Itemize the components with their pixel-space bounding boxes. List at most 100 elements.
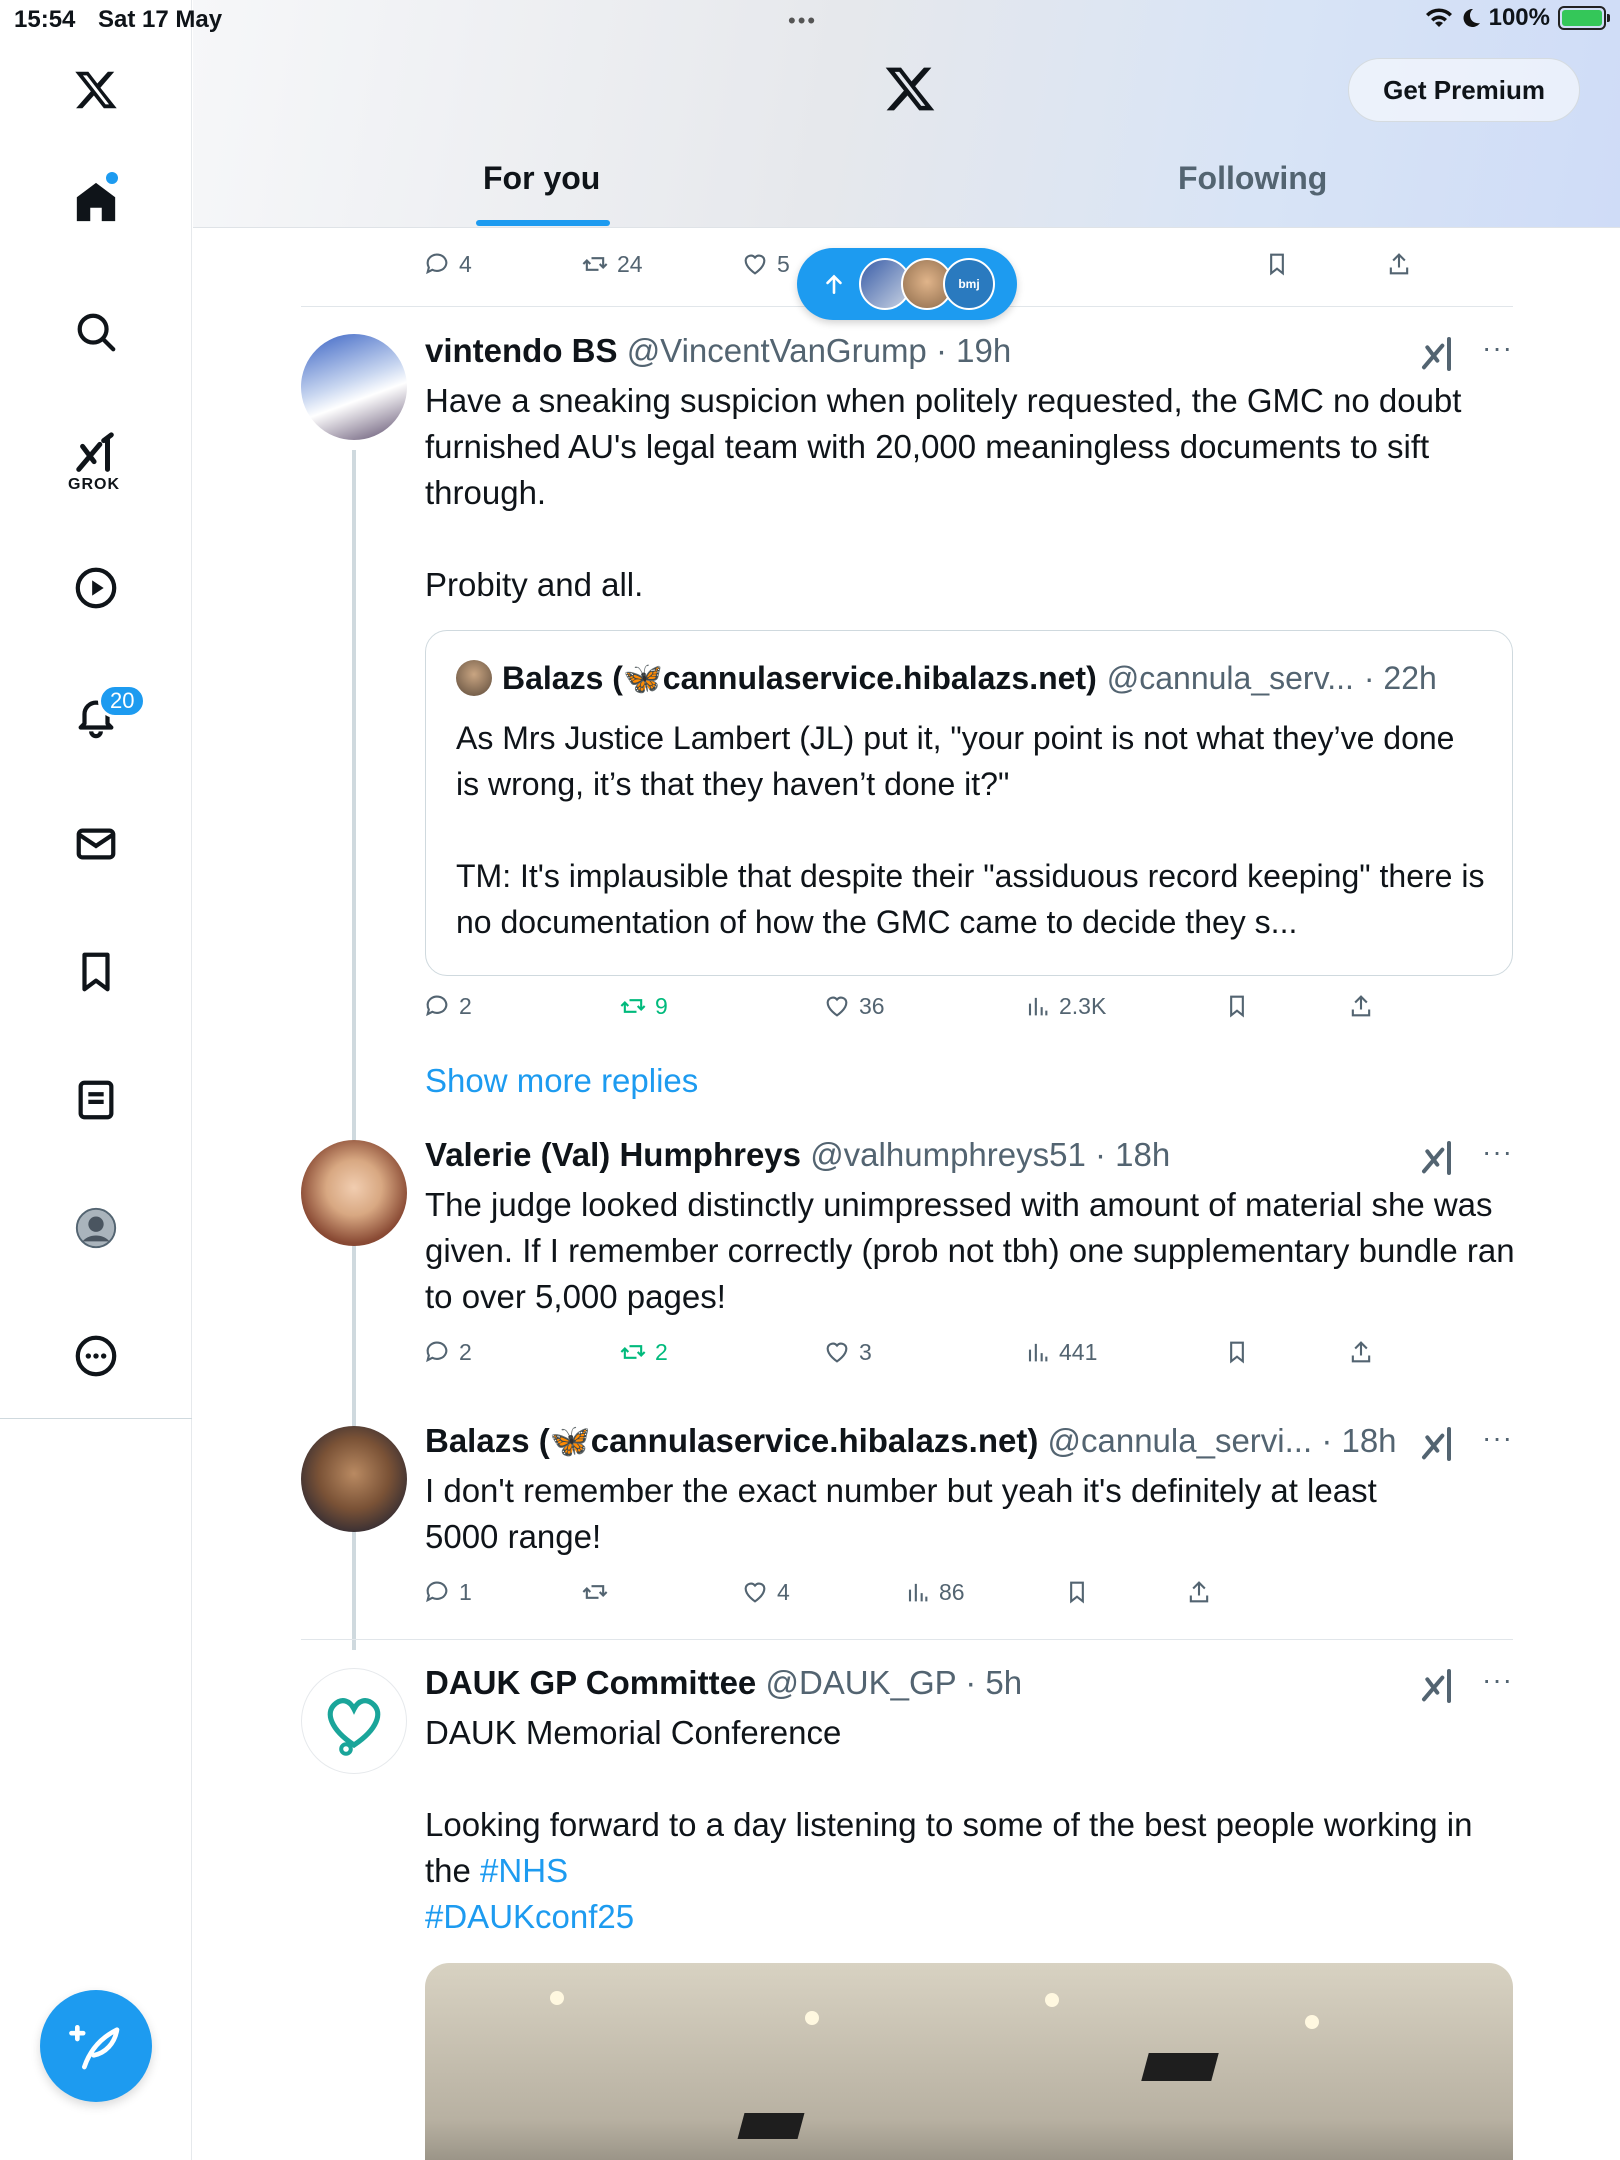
repost-button[interactable]: 24 <box>581 250 643 278</box>
tweet-time[interactable]: · 19h <box>936 332 1011 369</box>
pill-avatar-bmj: bmj <box>943 258 995 310</box>
grok-explain-icon[interactable] <box>1419 1666 1459 1706</box>
tweet-actions: 1 4 86 <box>423 1578 1513 1618</box>
tweet-header: Valerie (Val) Humphreys @valhumphreys51 … <box>425 1136 1170 1174</box>
reply-button[interactable]: 4 <box>423 250 472 278</box>
repost-button[interactable]: 2 <box>619 1338 668 1366</box>
grok-label: GROK <box>68 476 120 493</box>
reply-button[interactable]: 2 <box>423 992 472 1020</box>
heart-icon <box>826 996 848 1017</box>
tab-for-you[interactable]: For you <box>483 160 600 197</box>
messages-mail-icon[interactable] <box>66 814 126 874</box>
get-premium-button[interactable]: Get Premium <box>1348 58 1580 122</box>
more-options-icon[interactable] <box>66 1326 126 1386</box>
ceiling-light <box>805 2011 819 2025</box>
bookmark-button[interactable] <box>1063 1578 1091 1606</box>
more-menu-icon[interactable]: ··· <box>1482 332 1513 364</box>
tweet-time[interactable]: · 18h <box>1321 1422 1396 1459</box>
tweet-divider <box>301 1639 1513 1640</box>
tweet-author-handle[interactable]: @valhumphreys51 <box>810 1136 1086 1173</box>
reply-button[interactable]: 1 <box>423 1578 472 1606</box>
lists-icon[interactable] <box>66 1070 126 1130</box>
tweet-time[interactable]: · 5h <box>965 1664 1022 1701</box>
views-chart-icon <box>908 1583 928 1602</box>
more-menu-icon[interactable]: ··· <box>1482 1664 1513 1696</box>
avatar[interactable] <box>301 1426 407 1532</box>
repost-button[interactable] <box>581 1578 617 1606</box>
share-icon <box>1351 995 1371 1017</box>
bookmark-icon <box>1070 1581 1084 1604</box>
avatar[interactable] <box>301 1668 407 1774</box>
repost-count: 9 <box>655 992 668 1019</box>
grok-explain-icon[interactable] <box>1419 1424 1459 1464</box>
quoted-avatar <box>456 660 492 696</box>
views-button[interactable]: 2.3K <box>1023 992 1106 1020</box>
compose-post-button[interactable] <box>40 1990 152 2102</box>
bookmark-button[interactable] <box>1223 992 1251 1020</box>
bookmark-icon <box>1230 995 1244 1018</box>
notifications-badge: 20 <box>98 684 147 718</box>
compose-feather-icon <box>69 2025 120 2070</box>
tweet-time[interactable]: · 18h <box>1095 1136 1170 1173</box>
show-more-replies-link[interactable]: Show more replies <box>425 1062 698 1100</box>
share-icon <box>1351 1341 1371 1363</box>
repost-icon <box>582 1585 608 1599</box>
reply-count: 2 <box>459 1338 472 1365</box>
x-logo-icon[interactable] <box>66 60 126 120</box>
views-button[interactable]: 86 <box>903 1578 965 1606</box>
share-button[interactable] <box>1347 992 1375 1020</box>
tweet-author-name[interactable]: vintendo BS <box>425 332 618 369</box>
tweet-author-name[interactable]: Balazs (🦋cannulaservice.hibalazs.net) <box>425 1422 1038 1459</box>
bookmark-button[interactable] <box>1263 250 1291 278</box>
grok-explain-icon[interactable] <box>1419 334 1459 374</box>
avatar[interactable] <box>301 334 407 440</box>
quoted-author-handle: @cannula_serv... <box>1106 659 1354 696</box>
hashtag-link[interactable]: #DAUKconf25 <box>425 1898 634 1935</box>
tweet-author-name[interactable]: Valerie (Val) Humphreys <box>425 1136 801 1173</box>
repost-icon <box>620 999 646 1013</box>
share-button[interactable] <box>1347 1338 1375 1366</box>
profile-avatar-icon[interactable] <box>66 1198 126 1258</box>
like-button[interactable]: 4 <box>741 1578 790 1606</box>
quoted-tweet[interactable]: Balazs (🦋cannulaservice.hibalazs.net) @c… <box>425 630 1513 976</box>
grok-icon[interactable] <box>66 424 126 484</box>
video-play-icon[interactable] <box>66 558 126 618</box>
dauk-heart-logo-icon <box>327 1698 381 1756</box>
bookmarks-icon[interactable] <box>66 942 126 1002</box>
bookmark-button[interactable] <box>1223 1338 1251 1366</box>
like-button[interactable]: 3 <box>823 1338 872 1366</box>
more-menu-icon[interactable]: ··· <box>1482 1136 1513 1168</box>
active-tab-indicator <box>476 220 610 226</box>
share-button[interactable] <box>1385 250 1413 278</box>
reply-button[interactable]: 2 <box>423 1338 472 1366</box>
search-icon[interactable] <box>66 302 126 362</box>
tweet-author-name[interactable]: DAUK GP Committee <box>425 1664 756 1701</box>
share-button[interactable] <box>1185 1578 1213 1606</box>
tweet-author-handle[interactable]: @cannula_servi... <box>1048 1422 1313 1459</box>
tab-following[interactable]: Following <box>1178 160 1327 197</box>
views-button[interactable]: 441 <box>1023 1338 1097 1366</box>
moon-icon <box>1463 8 1480 27</box>
header-x-logo-icon[interactable] <box>883 62 937 121</box>
sidebar: GROK 20 <box>0 0 192 2160</box>
like-button[interactable]: 5 <box>741 250 790 278</box>
tweet-text: The judge looked distinctly unimpressed … <box>425 1186 1524 1315</box>
more-menu-icon[interactable]: ··· <box>1482 1422 1513 1454</box>
reply-count: 1 <box>459 1578 472 1605</box>
hashtag-link[interactable]: #NHS <box>480 1852 568 1889</box>
multitask-dots-icon[interactable]: ••• <box>788 8 817 34</box>
tweet-author-handle[interactable]: @VincentVanGrump <box>627 332 927 369</box>
battery-icon <box>1558 6 1610 30</box>
repost-button[interactable]: 9 <box>619 992 668 1020</box>
tweet-header: DAUK GP Committee @DAUK_GP · 5h <box>425 1664 1022 1702</box>
tweet-text-main: DAUK Memorial Conference Looking forward… <box>425 1714 1473 1889</box>
sidebar-divider <box>0 1418 192 1419</box>
new-posts-pill[interactable]: bmj <box>797 248 1017 320</box>
ceiling-speaker <box>1141 2053 1219 2081</box>
quoted-tweet-time: · 22h <box>1363 659 1437 696</box>
tweet-author-handle[interactable]: @DAUK_GP <box>765 1664 956 1701</box>
grok-explain-icon[interactable] <box>1419 1138 1459 1178</box>
tweet-media-image[interactable] <box>425 1963 1513 2160</box>
like-button[interactable]: 36 <box>823 992 885 1020</box>
avatar[interactable] <box>301 1140 407 1246</box>
